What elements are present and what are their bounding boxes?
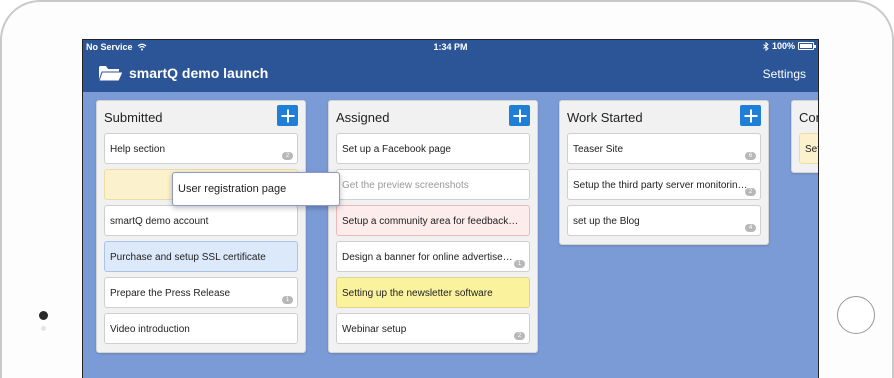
comment-count-badge: 2 xyxy=(514,332,525,340)
card-label: Prepare the Press Release xyxy=(110,288,231,299)
column-work-started: Work Started Teaser Site 6 Setup the thi… xyxy=(559,100,769,245)
battery-icon xyxy=(798,42,816,50)
card-webinar-setup[interactable]: Webinar setup 2 xyxy=(336,313,530,344)
card-ssl-certificate[interactable]: Purchase and setup SSL certificate xyxy=(104,241,298,272)
column-submitted: Submitted Help section 2 2 smartQ demo a… xyxy=(96,100,306,353)
card-label: Video introduction xyxy=(110,324,190,335)
add-card-button[interactable] xyxy=(740,105,761,126)
card-press-release[interactable]: Prepare the Press Release 1 xyxy=(104,277,298,308)
card-label: Webinar setup xyxy=(342,324,407,335)
card-teaser-site[interactable]: Teaser Site 6 xyxy=(567,133,761,164)
card-banner-design[interactable]: Design a banner for online advertise… 1 xyxy=(336,241,530,272)
column-header: Work Started xyxy=(560,101,768,133)
comment-count-badge: 1 xyxy=(514,260,525,268)
comment-count-badge: 1 xyxy=(282,296,293,304)
dragging-card[interactable]: User registration page xyxy=(172,172,340,206)
comment-count-badge: 2 xyxy=(282,152,293,160)
card-facebook-page[interactable]: Set up a Facebook page xyxy=(336,133,530,164)
battery-percent: 100% xyxy=(771,41,795,51)
status-bar: No Service 1:34 PM 100% xyxy=(83,40,818,56)
column-title: Assigned xyxy=(336,110,390,125)
card-server-monitoring[interactable]: Setup the third party server monitorin… … xyxy=(567,169,761,200)
folder-icon xyxy=(98,66,124,82)
card-video-introduction[interactable]: Video introduction xyxy=(104,313,298,344)
card-label: Get the preview screenshots xyxy=(342,180,469,191)
column-title: Con xyxy=(799,110,818,125)
card-label: Set up a Facebook page xyxy=(342,144,451,155)
status-time: 1:34 PM xyxy=(433,42,468,52)
card-label: Help section xyxy=(110,144,166,155)
tablet-frame: No Service 1:34 PM 100% smartQ demo laun… xyxy=(0,0,894,378)
comment-count-badge: 2 xyxy=(745,188,756,196)
settings-button[interactable]: Settings xyxy=(763,67,806,81)
column-header: Con xyxy=(792,101,818,133)
card-label: Setup a community area for feedback… xyxy=(342,216,519,227)
camera-icon xyxy=(39,311,48,320)
comment-count-badge: 4 xyxy=(745,224,756,232)
sensor-icon xyxy=(41,326,46,331)
column-assigned: Assigned Set up a Facebook page Get the … xyxy=(328,100,538,353)
add-card-button[interactable] xyxy=(509,105,530,126)
card-label: smartQ demo account xyxy=(110,216,209,227)
column-title: Work Started xyxy=(567,110,643,125)
column-header: Assigned xyxy=(329,101,537,133)
nav-bar: smartQ demo launch Settings xyxy=(83,56,818,92)
column-title: Submitted xyxy=(104,110,163,125)
column-header: Submitted xyxy=(97,101,305,133)
add-card-button[interactable] xyxy=(277,105,298,126)
card-partial[interactable]: Set xyxy=(799,133,819,164)
nav-title: smartQ demo launch xyxy=(98,64,268,82)
comment-count-badge: 6 xyxy=(745,152,756,160)
card-label: Set xyxy=(805,144,819,155)
card-community-area[interactable]: Setup a community area for feedback… xyxy=(336,205,530,236)
column-partial: Con Set xyxy=(791,100,819,173)
card-label: Setup the third party server monitorin… xyxy=(573,180,748,191)
card-preview-screenshots[interactable]: Get the preview screenshots xyxy=(336,169,530,200)
card-blog-setup[interactable]: set up the Blog 4 xyxy=(567,205,761,236)
bluetooth-icon xyxy=(763,41,769,51)
home-button[interactable] xyxy=(837,296,875,334)
card-label: Purchase and setup SSL certificate xyxy=(110,252,266,263)
card-label: Design a banner for online advertise… xyxy=(342,252,513,263)
project-title: smartQ demo launch xyxy=(129,65,269,81)
status-right: 100% xyxy=(763,41,816,51)
card-label: Teaser Site xyxy=(573,144,624,155)
card-demo-account[interactable]: smartQ demo account xyxy=(104,205,298,236)
card-help-section[interactable]: Help section 2 xyxy=(104,133,298,164)
card-label: User registration page xyxy=(178,183,287,195)
card-label: Setting up the newsletter software xyxy=(342,288,493,299)
card-label: set up the Blog xyxy=(573,216,640,227)
app-screen: No Service 1:34 PM 100% smartQ demo laun… xyxy=(82,39,819,378)
card-newsletter-software[interactable]: Setting up the newsletter software xyxy=(336,277,530,308)
